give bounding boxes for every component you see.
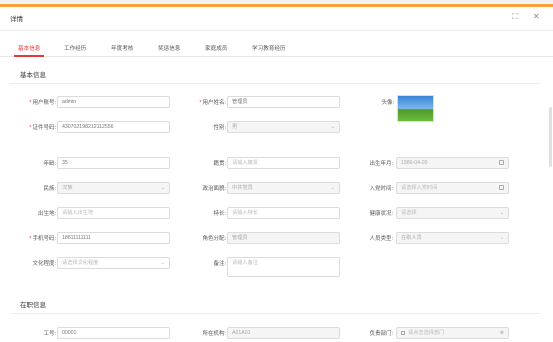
- dialog-title: 详情: [10, 16, 23, 23]
- username-label: *用户姓名:: [199, 100, 226, 106]
- ethnic-select[interactable]: 汉族 ⌄: [57, 182, 170, 194]
- health-select[interactable]: 请选择 ⌄: [396, 207, 509, 219]
- job-no-label: 工号:: [43, 331, 56, 337]
- age-input[interactable]: 35: [57, 157, 170, 169]
- tab-work-history[interactable]: 工作经历: [64, 44, 86, 52]
- party-label: 政治面貌:: [202, 186, 226, 192]
- gender-select[interactable]: 男 ⌄: [227, 121, 340, 133]
- birth-label: 出生年月:: [369, 161, 393, 167]
- origin-input[interactable]: 请输入籍贯: [227, 157, 340, 169]
- tab-annual-review[interactable]: 年度考核: [111, 44, 133, 52]
- maximize-icon[interactable]: ⛶: [512, 12, 518, 22]
- avatar-image[interactable]: [397, 95, 434, 122]
- age-label: 年龄:: [43, 161, 56, 167]
- role-input[interactable]: 管理员: [227, 232, 340, 244]
- username-input[interactable]: 管理员: [227, 96, 340, 108]
- active-tab-indicator: [14, 55, 44, 57]
- person-type-label: 人员类型:: [369, 236, 393, 242]
- chevron-down-icon: ⌄: [499, 210, 504, 216]
- job-no-input[interactable]: 00001: [57, 327, 170, 339]
- dept-label: 负责部门:: [369, 331, 393, 337]
- join-party-date-input[interactable]: 请选择入党时间: [396, 182, 509, 194]
- role-label: 角色分配:: [202, 236, 226, 242]
- chevron-down-icon: ⌄: [160, 185, 165, 191]
- chevron-down-icon: ⌄: [330, 124, 335, 130]
- birthplace-label: 出生地:: [37, 211, 56, 217]
- calendar-icon: [499, 160, 504, 165]
- gender-label: 性别:: [213, 125, 226, 131]
- specialty-input[interactable]: 请输入特长: [227, 207, 340, 219]
- avatar-label: 头像:: [381, 100, 394, 106]
- detail-dialog: 详情 ⛶ ✕ 基本信息 工作经历 年度考核 奖惩信息 家庭成员 学习教育经历 基…: [0, 4, 553, 342]
- chevron-down-icon: ⌄: [160, 260, 165, 266]
- tab-bar: 基本信息 工作经历 年度考核 奖惩信息 家庭成员 学习教育经历: [0, 41, 553, 57]
- section-job-title: 在职信息: [20, 302, 46, 309]
- tab-basic-info[interactable]: 基本信息: [18, 44, 40, 52]
- close-icon[interactable]: ✕: [533, 12, 540, 22]
- ethnic-label: 民族:: [43, 186, 56, 192]
- tab-rewards[interactable]: 奖惩信息: [158, 44, 180, 52]
- section-basic-title: 基本信息: [20, 72, 46, 79]
- tab-education[interactable]: 学习教育经历: [252, 44, 286, 52]
- origin-label: 籍贯:: [213, 161, 226, 167]
- account-input[interactable]: admin: [57, 96, 170, 108]
- phone-input[interactable]: 18611111111: [57, 232, 170, 244]
- remark-label: 备注:: [213, 261, 226, 267]
- calendar-icon: [499, 185, 504, 190]
- remark-textarea[interactable]: 请输入备注: [227, 257, 340, 277]
- clear-icon: ⊗: [499, 330, 504, 336]
- birth-date-input[interactable]: 1986-04-09: [396, 157, 509, 169]
- org-label: 所在机构:: [202, 331, 226, 337]
- account-label: *用户账号:: [29, 100, 56, 106]
- idcard-input[interactable]: 430702198212112556: [57, 121, 170, 133]
- person-type-select[interactable]: 在职人员 ⌄: [396, 232, 509, 244]
- dept-picker[interactable]: 请点击选择部门 ⊗: [396, 327, 509, 339]
- chevron-down-icon: ⌄: [330, 185, 335, 191]
- org-input[interactable]: A01A01: [227, 327, 340, 339]
- health-label: 健康状况:: [369, 211, 393, 217]
- specialty-label: 特长:: [213, 211, 226, 217]
- scrollbar[interactable]: [549, 107, 552, 167]
- birthplace-input[interactable]: 请输入出生地: [57, 207, 170, 219]
- section-divider: [10, 83, 540, 84]
- phone-label: *手机号码:: [29, 236, 56, 242]
- idcard-label: *证件号码:: [29, 125, 56, 131]
- section-divider: [10, 313, 540, 314]
- dialog-titlebar: 详情 ⛶ ✕: [0, 7, 553, 31]
- tab-family[interactable]: 家庭成员: [205, 44, 227, 52]
- building-icon: [401, 330, 405, 335]
- education-label: 文化程度:: [32, 261, 56, 267]
- party-select[interactable]: 中共党员 ⌄: [227, 182, 340, 194]
- chevron-down-icon: ⌄: [499, 235, 504, 241]
- education-select[interactable]: 请选择文化程度 ⌄: [57, 257, 170, 269]
- join-party-label: 入党时间:: [369, 186, 393, 192]
